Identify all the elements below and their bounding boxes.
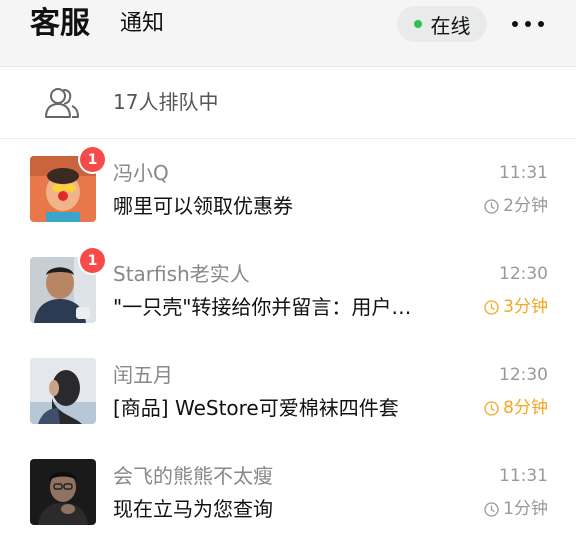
queue-count-text: 17人排队中	[113, 90, 219, 114]
more-dots-icon[interactable]	[512, 12, 544, 36]
contact-name: 闰五月	[113, 363, 173, 387]
message-time: 12:30	[499, 365, 548, 385]
unread-badge: 1	[80, 248, 105, 273]
clock-icon	[484, 400, 499, 416]
wait-duration: 3分钟	[484, 295, 548, 319]
top-bar: 客服 通知 在线	[0, 0, 576, 67]
conversation-row[interactable]: 1 Starfish老实人 12:30 "一只壳"转接给你并留言：用户… 3分钟	[0, 240, 576, 341]
contact-name: 冯小Q	[113, 161, 169, 185]
conversation-row[interactable]: 1 冯小Q 11:31 哪里可以领取优惠券 2分钟	[0, 139, 576, 240]
queue-banner[interactable]: 17人排队中	[0, 67, 576, 139]
message-preview: 现在立马为您查询	[113, 497, 273, 521]
clock-icon	[484, 198, 499, 214]
wait-duration-text: 8分钟	[503, 398, 548, 418]
wait-duration: 8分钟	[484, 396, 548, 420]
avatar	[30, 459, 96, 525]
wait-duration: 2分钟	[484, 194, 548, 218]
contact-name: 会飞的熊熊不太瘦	[113, 464, 273, 488]
message-time: 11:31	[499, 466, 548, 486]
online-status-toggle[interactable]: 在线	[397, 6, 487, 42]
wait-duration-text: 1分钟	[503, 499, 548, 519]
conversation-list: 1 冯小Q 11:31 哪里可以领取优惠券 2分钟 1 Starfish老实人 …	[0, 139, 576, 543]
message-time: 11:31	[499, 163, 548, 183]
unread-badge: 1	[80, 147, 105, 172]
tab-customer-service[interactable]: 客服	[30, 4, 90, 44]
status-label: 在线	[430, 13, 471, 38]
contact-name: Starfish老实人	[113, 262, 250, 286]
conversation-row[interactable]: 会飞的熊熊不太瘦 11:31 现在立马为您查询 1分钟	[0, 442, 576, 543]
wait-duration-text: 3分钟	[503, 297, 548, 317]
avatar	[30, 358, 96, 424]
message-time: 12:30	[499, 264, 548, 284]
tab-notifications[interactable]: 通知	[120, 8, 164, 40]
wait-duration: 1分钟	[484, 497, 548, 521]
wait-duration-text: 2分钟	[503, 196, 548, 216]
clock-icon	[484, 299, 499, 315]
users-icon	[45, 88, 79, 118]
online-dot-icon	[413, 20, 422, 28]
clock-icon	[484, 501, 499, 517]
message-preview: 哪里可以领取优惠券	[113, 194, 293, 218]
conversation-row[interactable]: 闰五月 12:30 [商品] WeStore可爱棉袜四件套 8分钟	[0, 341, 576, 442]
message-preview: [商品] WeStore可爱棉袜四件套	[113, 396, 399, 420]
message-preview: "一只壳"转接给你并留言：用户…	[113, 295, 412, 319]
